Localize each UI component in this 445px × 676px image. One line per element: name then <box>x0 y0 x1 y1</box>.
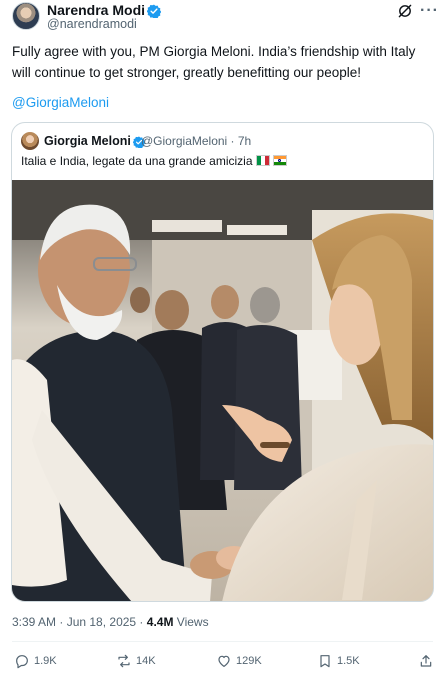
quoted-tweet-card[interactable]: Giorgia Meloni @GiorgiaMeloni · 7h Itali… <box>11 122 434 602</box>
reply-count: 1.9K <box>34 655 57 667</box>
divider <box>12 641 433 642</box>
bookmark-button[interactable]: 1.5K <box>317 653 360 669</box>
share-button[interactable] <box>418 653 434 669</box>
tweet-timestamp[interactable]: 3:39 AM · Jun 18, 2025 · <box>12 615 143 629</box>
bookmark-icon <box>317 653 333 669</box>
views-label: Views <box>176 615 209 629</box>
quoted-author-name-row: Giorgia Meloni <box>44 133 146 152</box>
more-options-icon[interactable]: ··· <box>420 3 439 19</box>
repost-count: 14K <box>136 655 156 667</box>
quoted-author-avatar <box>21 132 39 150</box>
like-count: 129K <box>236 655 262 667</box>
india-flag-icon <box>272 155 287 166</box>
tweet-text: Fully agree with you, PM Giorgia Meloni.… <box>12 44 416 80</box>
grok-icon[interactable] <box>397 3 413 24</box>
author-handle[interactable]: @narendramodi <box>47 17 137 32</box>
bookmark-count: 1.5K <box>337 655 360 667</box>
quoted-handle-time: @GiorgiaMeloni · 7h <box>141 134 252 148</box>
share-icon <box>418 653 434 669</box>
views-count: 4.4M <box>146 615 174 629</box>
repost-icon <box>116 653 132 669</box>
italy-flag-icon <box>255 155 270 166</box>
author-avatar[interactable] <box>12 2 40 30</box>
tweet-meta: 3:39 AM · Jun 18, 2025 · 4.4M Views <box>12 614 209 630</box>
quoted-text: Italia e India, legate da una grande ami… <box>21 154 253 168</box>
quoted-author-display-name: Giorgia Meloni <box>44 134 131 148</box>
repost-button[interactable]: 14K <box>116 653 156 669</box>
reply-icon <box>14 653 30 669</box>
author-display-name[interactable]: Narendra Modi <box>47 2 145 18</box>
mention-link[interactable]: @GiorgiaMeloni <box>12 93 109 113</box>
reply-button[interactable]: 1.9K <box>14 653 57 669</box>
like-button[interactable]: 129K <box>216 653 262 669</box>
quoted-photo[interactable] <box>12 180 433 602</box>
quoted-text-row: Italia e India, legate da una grande ami… <box>21 153 287 169</box>
verified-badge-icon <box>146 4 162 21</box>
heart-icon <box>216 653 232 669</box>
